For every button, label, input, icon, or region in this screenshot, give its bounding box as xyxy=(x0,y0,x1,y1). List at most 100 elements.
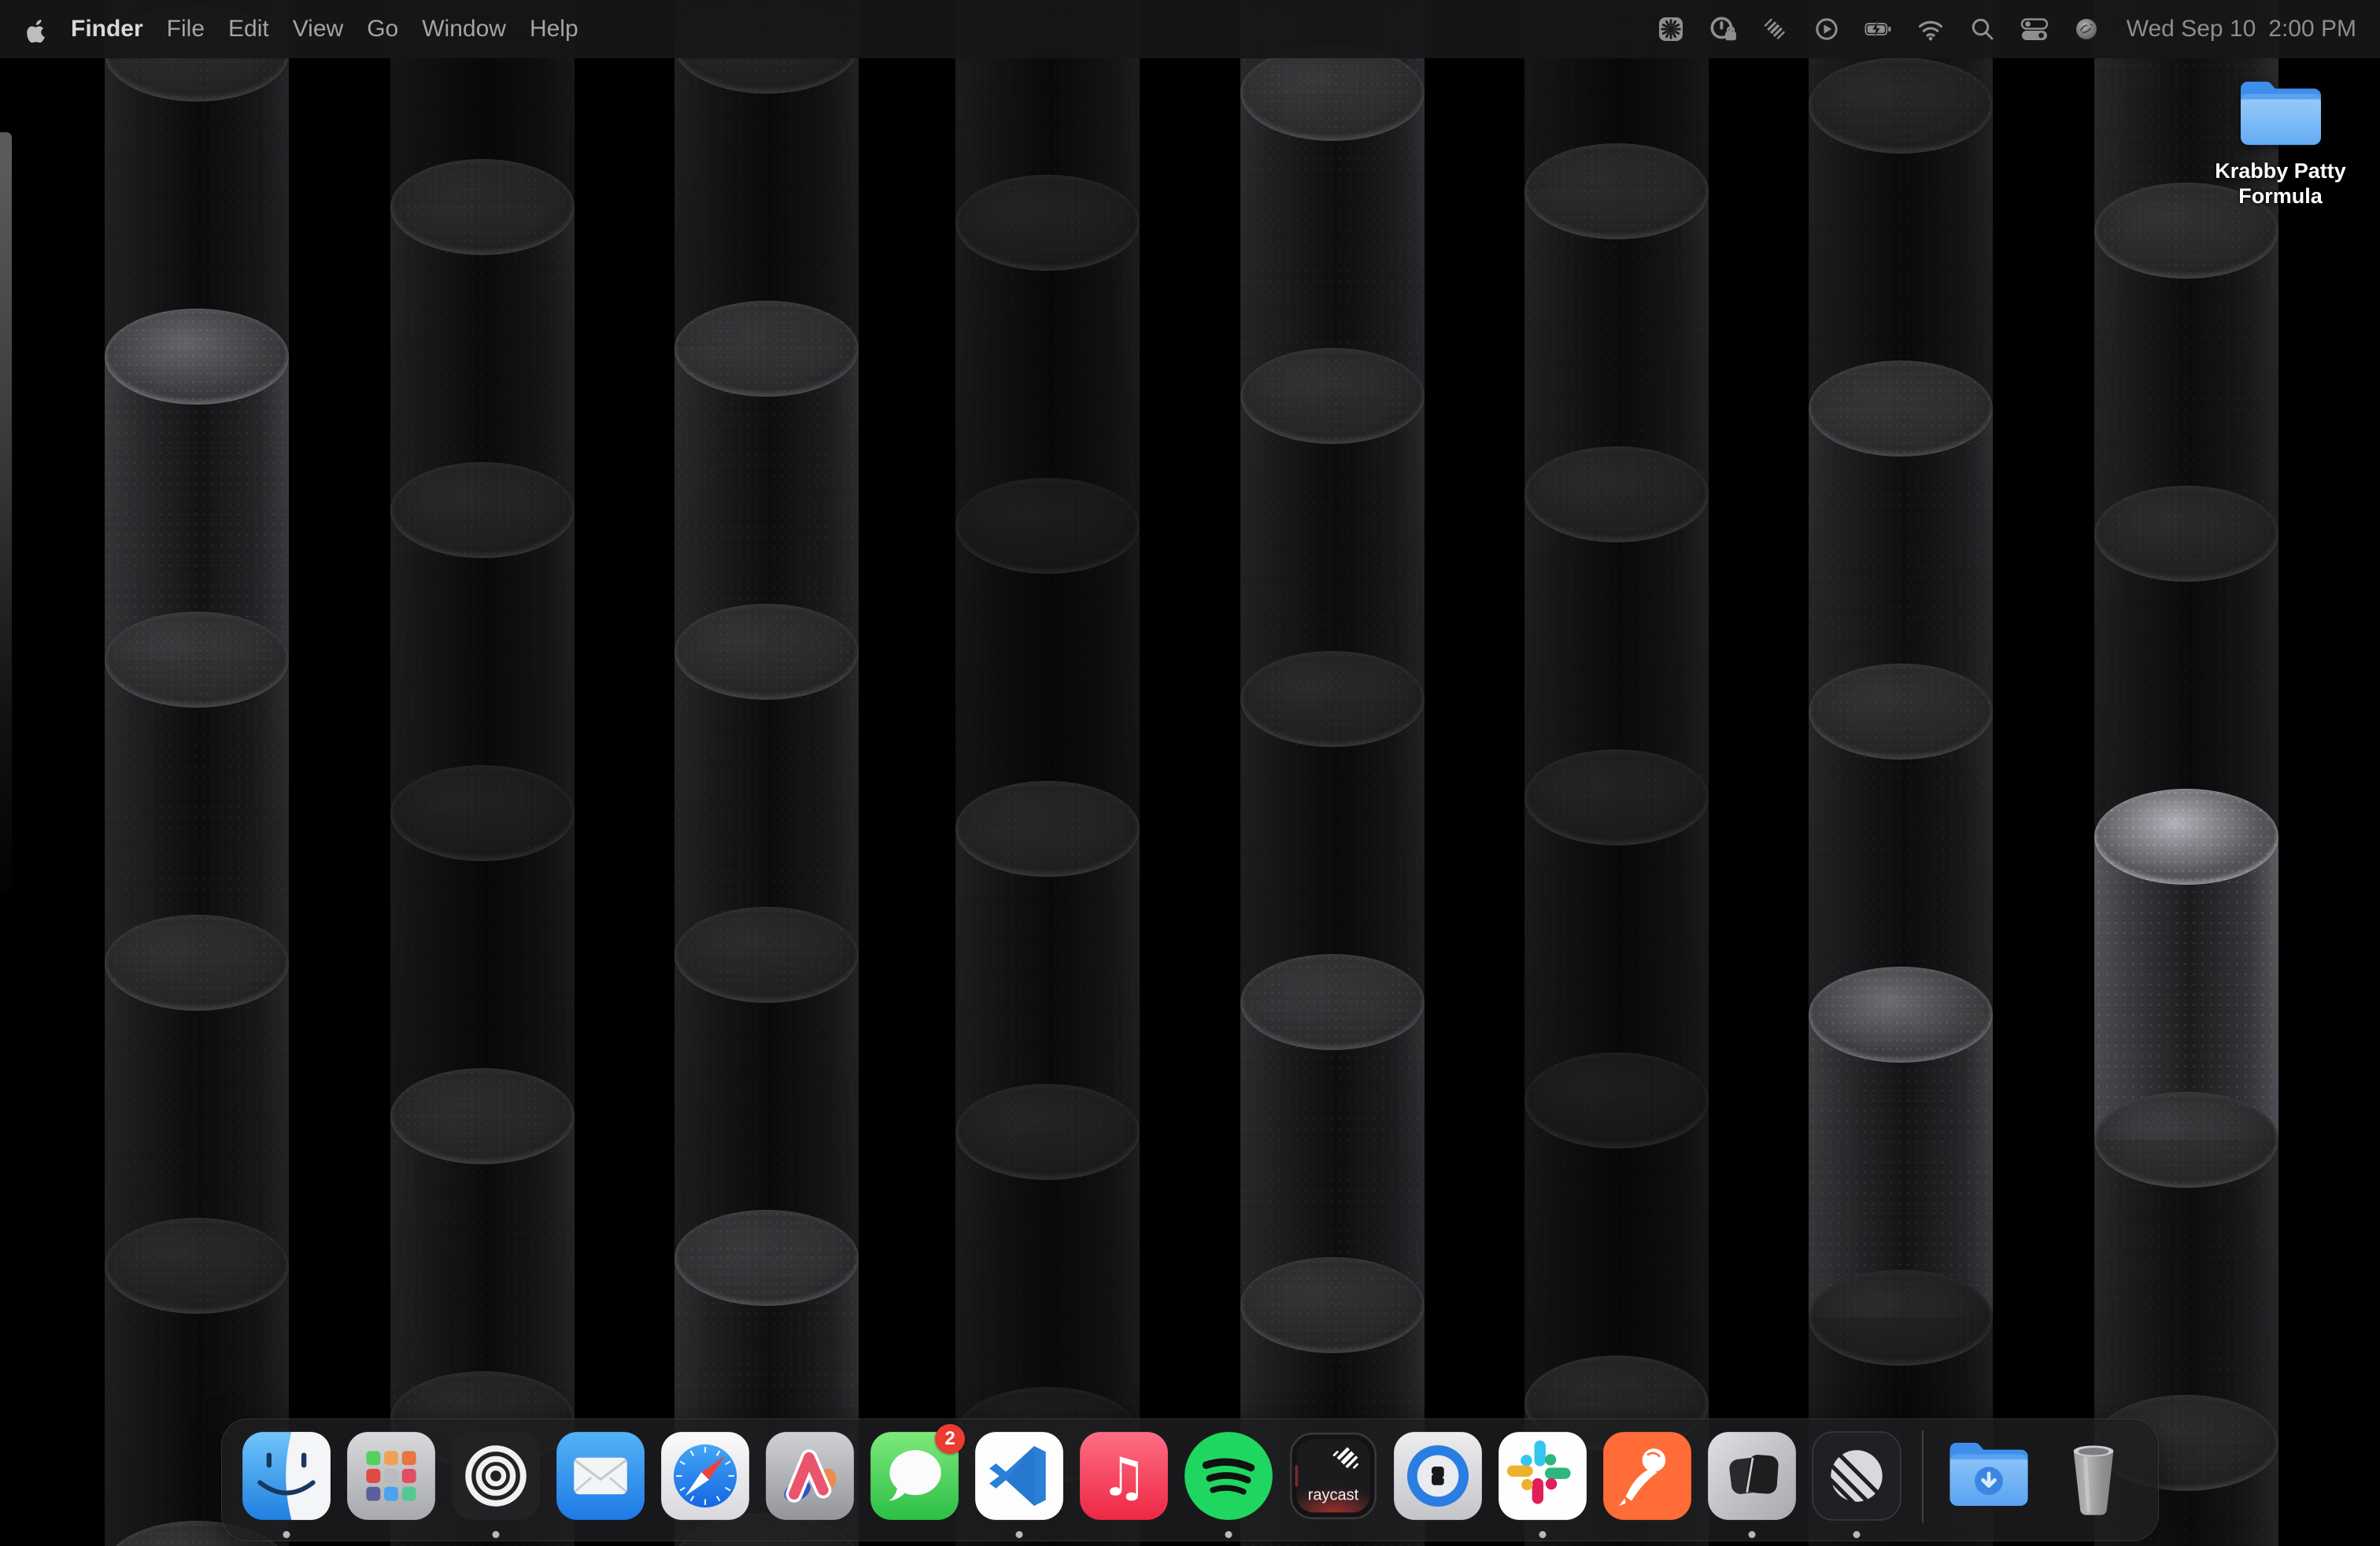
dock-item-postman[interactable] xyxy=(1602,1430,1693,1539)
dock-item-vscode[interactable] xyxy=(974,1430,1065,1539)
apple-menu-icon[interactable] xyxy=(24,17,59,43)
dock-item-apple-music[interactable]: ♫ xyxy=(1078,1430,1170,1539)
wallpaper-cylinder-segment xyxy=(1240,45,1425,348)
wallpaper-cylinder-segment xyxy=(2094,1092,2278,1395)
wallpaper-cylinder-segment xyxy=(1240,954,1425,1257)
cylinder-cap xyxy=(1524,1052,1709,1148)
cylinder-cap xyxy=(1809,1270,1993,1366)
cylinder-cap xyxy=(674,301,859,397)
dock-item-finder[interactable] xyxy=(241,1430,332,1539)
cylinder-cap xyxy=(955,175,1140,271)
clock-time: 2:00 PM xyxy=(2268,16,2356,42)
menu-window[interactable]: Window xyxy=(410,0,518,58)
running-indicator-dot xyxy=(1016,1531,1023,1538)
wallpaper-cylinders xyxy=(0,0,2380,1546)
cylinder-cap xyxy=(1524,143,1709,239)
svg-text:raycast: raycast xyxy=(1308,1487,1359,1504)
cylinder-cap xyxy=(390,765,575,861)
menu-finder[interactable]: Finder xyxy=(59,0,155,58)
dock-item-downloads-folder[interactable] xyxy=(1943,1430,2034,1539)
menu-file[interactable]: File xyxy=(155,0,216,58)
cylinder-cap xyxy=(1240,651,1425,747)
cylinder-cap xyxy=(1524,749,1709,845)
battery-charging-icon[interactable] xyxy=(1864,14,1894,44)
running-indicator-dot xyxy=(283,1531,290,1538)
desktop-folder-krabby-patty-formula[interactable]: Krabby Patty Formula xyxy=(2200,71,2361,209)
menu-bar: FinderFileEditViewGoWindowHelp Wed Sep 1… xyxy=(0,0,2380,58)
wallpaper-cylinder-segment xyxy=(1524,143,1709,446)
notification-badge: 2 xyxy=(935,1424,965,1454)
wallpaper-cylinder-segment xyxy=(1809,967,1993,1270)
cylinder-cap xyxy=(390,462,575,558)
cylinder-cap xyxy=(674,604,859,700)
cylinder-cap xyxy=(674,907,859,1003)
menu-bar-clock[interactable]: Wed Sep 10 2:00 PM xyxy=(2127,16,2356,43)
wallpaper-cylinder-segment xyxy=(955,175,1140,478)
dock-item-concentric-rings-app[interactable] xyxy=(450,1430,541,1539)
wallpaper-cylinder-segment xyxy=(390,1068,575,1371)
macos-desktop: FinderFileEditViewGoWindowHelp Wed Sep 1… xyxy=(0,0,2380,1546)
wallpaper-cylinder-segment xyxy=(955,1084,1140,1387)
dock-item-messages[interactable]: 2 xyxy=(869,1430,960,1539)
menu-help[interactable]: Help xyxy=(518,0,590,58)
dock-item-launchpad[interactable] xyxy=(346,1430,437,1539)
wallpaper-cylinder-segment xyxy=(1809,664,1993,967)
cylinder-cap xyxy=(105,309,289,405)
cylinder-cap xyxy=(1240,954,1425,1050)
menu-edit[interactable]: Edit xyxy=(216,0,281,58)
cylinder-cap xyxy=(955,781,1140,877)
dock-item-safari[interactable] xyxy=(660,1430,751,1539)
dock-item-arc-browser[interactable] xyxy=(764,1430,856,1539)
wallpaper-edge-cylinder xyxy=(0,132,12,892)
cylinder-cap xyxy=(105,612,289,708)
dock: 2 ♫ raycast xyxy=(221,1418,2159,1541)
cylinder-cap xyxy=(1240,348,1425,444)
dock-item-raycast[interactable]: raycast xyxy=(1288,1430,1379,1539)
wallpaper-cylinder-segment xyxy=(674,301,859,604)
running-indicator-dot xyxy=(493,1531,500,1538)
wallpaper-cylinder-segment xyxy=(2094,183,2278,486)
menu-go[interactable]: Go xyxy=(355,0,410,58)
dock-item-1password[interactable] xyxy=(1392,1430,1484,1539)
wallpaper-cylinder-segment xyxy=(1240,651,1425,954)
cylinder-cap xyxy=(2094,789,2278,885)
wallpaper-cylinder-segment xyxy=(1809,361,1993,664)
siri-icon[interactable] xyxy=(2071,14,2101,44)
wallpaper-cylinder-segment xyxy=(105,915,289,1218)
cylinder-cap xyxy=(1809,664,1993,760)
running-indicator-dot xyxy=(1225,1531,1232,1538)
dock-item-mail[interactable] xyxy=(555,1430,646,1539)
wallpaper-cylinder-segment xyxy=(1809,57,1993,361)
menu-view[interactable]: View xyxy=(281,0,355,58)
cylinder-cap xyxy=(390,159,575,255)
cylinder-cap xyxy=(1809,57,1993,153)
wallpaper-cylinder-segment xyxy=(1240,348,1425,651)
dock-item-dia-app[interactable] xyxy=(1706,1430,1798,1539)
cylinder-cap xyxy=(955,478,1140,574)
dock-item-trash[interactable] xyxy=(2048,1430,2139,1539)
wallpaper-cylinder-segment xyxy=(1524,749,1709,1052)
clock-date: Wed Sep 10 xyxy=(2127,16,2256,42)
cylinder-cap xyxy=(1809,967,1993,1063)
wifi-icon[interactable] xyxy=(1916,14,1946,44)
power-lock-menu-icon[interactable] xyxy=(1708,14,1738,44)
wallpaper-cylinder-segment xyxy=(674,907,859,1210)
dock-item-slack[interactable] xyxy=(1497,1430,1588,1539)
spotlight-search-icon[interactable] xyxy=(1968,14,1998,44)
menu-bar-left: FinderFileEditViewGoWindowHelp xyxy=(24,0,590,58)
cylinder-cap xyxy=(2094,486,2278,582)
cylinder-cap xyxy=(955,1084,1140,1180)
sparkle-menu-icon[interactable] xyxy=(1656,14,1686,44)
dock-item-spotify[interactable] xyxy=(1183,1430,1274,1539)
raycast-menu-icon[interactable] xyxy=(1760,14,1790,44)
wallpaper-cylinder-segment xyxy=(1524,1052,1709,1356)
control-center-icon[interactable] xyxy=(2020,14,2049,44)
now-playing-menu-icon[interactable] xyxy=(1812,14,1842,44)
running-indicator-dot xyxy=(1539,1531,1547,1538)
running-indicator-dot xyxy=(1853,1531,1861,1538)
cylinder-cap xyxy=(2094,1092,2278,1188)
dock-item-linear[interactable] xyxy=(1811,1430,1902,1539)
folder-icon xyxy=(2234,71,2327,151)
svg-text:♫: ♫ xyxy=(1100,1445,1148,1507)
wallpaper-cylinder-segment xyxy=(955,781,1140,1084)
